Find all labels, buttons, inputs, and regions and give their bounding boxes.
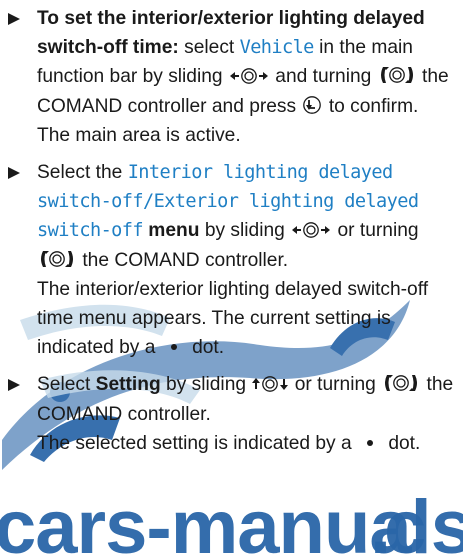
menu-word: menu: [148, 220, 200, 242]
menu-separator: /: [142, 191, 154, 213]
svg-text:cars-manuals: cars-manuals: [0, 485, 463, 558]
step-text: or turning: [337, 220, 419, 242]
slide-up-down-icon: [252, 376, 289, 393]
step-result: The main area is active.: [37, 124, 241, 146]
svg-text:c: c: [384, 485, 426, 558]
step-text: the COMAND controller.: [82, 249, 289, 271]
svg-text:.: .: [370, 485, 391, 558]
step-result-end: dot.: [388, 432, 421, 454]
instruction-step-2: Select the Interior lighting delayed swi…: [0, 158, 463, 362]
turn-controller-icon: [380, 67, 413, 84]
step-text: or turning: [294, 374, 376, 396]
step-bullet-icon: [8, 379, 20, 392]
step-text: Select the: [37, 162, 123, 184]
dot-icon: [367, 439, 373, 446]
step-text: select: [184, 37, 235, 59]
setting-label: Setting: [95, 374, 161, 396]
step-text: by sliding: [204, 220, 285, 242]
turn-controller-icon: [385, 375, 418, 392]
step-bullet-icon: [8, 13, 20, 25]
instruction-step-1: To set the interior/exterior lighting de…: [0, 4, 463, 150]
dot-icon: [170, 344, 177, 351]
step-text: to confirm.: [328, 95, 419, 117]
step-text: by sliding: [166, 374, 247, 396]
instruction-list: To set the interior/exterior lighting de…: [0, 0, 463, 454]
slide-left-right-icon: [229, 68, 268, 85]
press-controller-icon: [303, 95, 322, 114]
step-bullet-icon: [8, 167, 20, 180]
step-text: and turning: [275, 66, 372, 88]
turn-controller-icon: [41, 250, 73, 267]
step-text: Select: [37, 374, 91, 396]
step-result: The selected setting is indicated by a: [37, 432, 352, 454]
step-result-end: dot.: [192, 337, 225, 359]
step-result: The interior/exterior lighting delayed s…: [37, 278, 429, 359]
menu-item-vehicle: Vehicle: [239, 37, 315, 59]
instruction-step-3: Select Setting by sliding or turning the…: [0, 370, 463, 458]
slide-left-right-icon: [292, 222, 331, 239]
